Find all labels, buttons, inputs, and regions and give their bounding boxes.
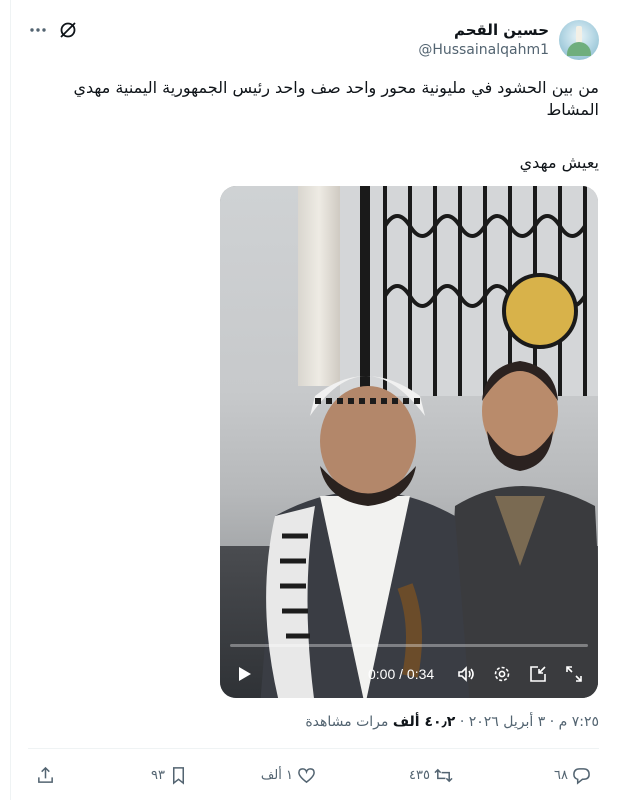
fullscreen-icon[interactable]	[564, 664, 584, 684]
video-controls: 0:00 / 0:34	[220, 656, 598, 692]
video-time: 0:00 / 0:34	[368, 666, 435, 682]
video-progress-bar[interactable]	[230, 644, 588, 647]
avatar[interactable]	[559, 20, 599, 60]
like-icon	[298, 768, 315, 784]
share-button[interactable]	[36, 766, 55, 785]
share-icon	[38, 766, 53, 783]
timeline-border	[10, 0, 11, 800]
video-player[interactable]: 0:00 / 0:34	[220, 186, 598, 698]
pip-icon[interactable]	[528, 664, 548, 684]
repost-icon	[434, 768, 453, 783]
reply-count: ٦٨	[554, 768, 568, 783]
views-label: مرات مشاهدة	[305, 714, 389, 730]
volume-icon[interactable]	[456, 664, 476, 684]
post-text-secondary: يعيش مهدي	[519, 153, 599, 172]
bookmark-icon	[172, 767, 185, 785]
repost-count: ٤٣٥	[409, 768, 430, 783]
bookmark-count: ٩٣	[151, 768, 165, 783]
settings-icon[interactable]	[492, 664, 512, 684]
author-name[interactable]: حسين القحم	[454, 21, 549, 39]
author-handle[interactable]: @Hussainalqahm1	[418, 42, 549, 58]
grok-icon[interactable]	[58, 20, 78, 40]
like-button[interactable]: ١ ألف	[261, 766, 316, 785]
reply-icon	[573, 768, 590, 785]
play-icon[interactable]	[234, 664, 254, 684]
post-meta: ٧:٢٥ م · ٣ أبريل ٢٠٢٦ · ٤٠٫٢ ألف مرات مش…	[305, 714, 599, 730]
action-bar: ٦٨ ٤٣٥ ١ ألف ٩٣	[0, 762, 631, 792]
repost-button[interactable]: ٤٣٥	[409, 766, 453, 785]
post-timestamp[interactable]: ٧:٢٥ م · ٣ أبريل ٢٠٢٦ ·	[460, 714, 599, 730]
reply-button[interactable]: ٦٨	[554, 766, 591, 785]
post-text: من بين الحشود في مليونية محور واحد صف وا…	[73, 78, 599, 119]
like-count: ١ ألف	[260, 768, 293, 783]
post-header: حسين القحم @Hussainalqahm1	[0, 18, 631, 66]
bookmark-button[interactable]: ٩٣	[151, 766, 188, 785]
divider	[28, 748, 599, 749]
more-icon[interactable]	[28, 20, 48, 40]
views-count: ٤٠٫٢ ألف	[392, 714, 456, 730]
